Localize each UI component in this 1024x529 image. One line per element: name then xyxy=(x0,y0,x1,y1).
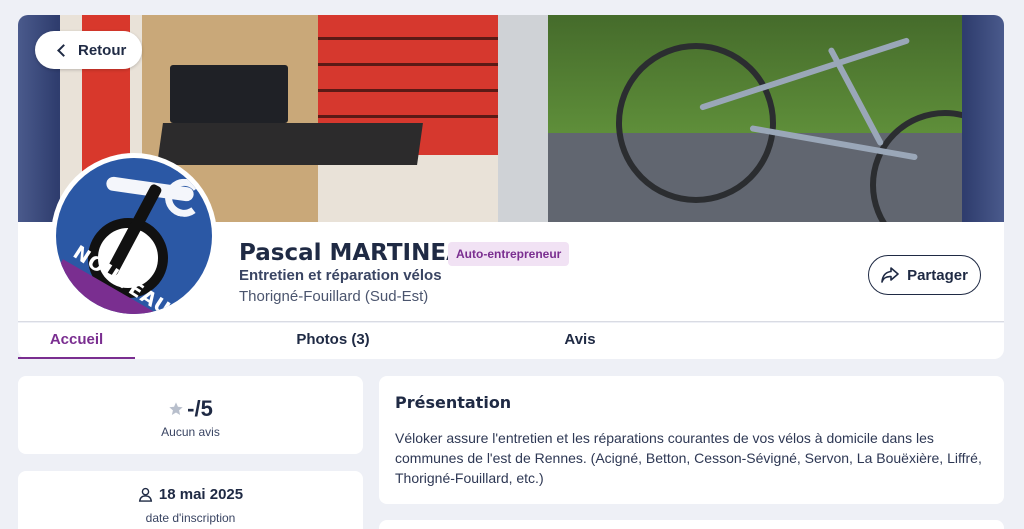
presentation-title: Présentation xyxy=(395,393,512,412)
tab-reviews[interactable]: Avis xyxy=(545,323,615,359)
profile-location: Thorigné-Fouillard (Sud-Est) xyxy=(239,288,429,305)
presentation-text: Véloker assure l'entretien et les répara… xyxy=(395,430,982,486)
chevron-left-icon xyxy=(57,43,70,57)
active-tab-indicator xyxy=(18,357,135,359)
profile-job: Entretien et réparation vélos xyxy=(239,267,442,284)
tab-photos[interactable]: Photos (3) xyxy=(268,323,398,359)
star-icon xyxy=(169,402,183,415)
rating-card: -/5 Aucun avis xyxy=(18,376,363,454)
status-badge: Auto-entrepreneur xyxy=(448,242,570,266)
back-button-label: Retour xyxy=(78,41,127,59)
profile-name: Pascal MARTINEAU xyxy=(239,240,482,266)
user-icon xyxy=(138,487,152,502)
tab-home[interactable]: Accueil xyxy=(18,323,135,359)
avatar: NOUVEAU xyxy=(51,153,217,319)
presentation-card: Présentation Véloker assure l'entretien … xyxy=(379,376,1004,504)
rating-subtitle: Aucun avis xyxy=(161,425,220,439)
tab-bar: Accueil Photos (3) Avis xyxy=(18,323,1004,359)
back-button[interactable]: Retour xyxy=(35,31,142,69)
share-button[interactable]: Partager xyxy=(868,255,981,295)
next-card xyxy=(379,520,1004,529)
registration-card: 18 mai 2025 date d'inscription xyxy=(18,471,363,529)
registration-date: 18 mai 2025 xyxy=(158,486,244,503)
rating-value: -/5 xyxy=(187,396,213,421)
share-button-label: Partager xyxy=(907,266,968,284)
share-icon xyxy=(881,267,899,283)
registration-subtitle: date d'inscription xyxy=(145,511,236,525)
